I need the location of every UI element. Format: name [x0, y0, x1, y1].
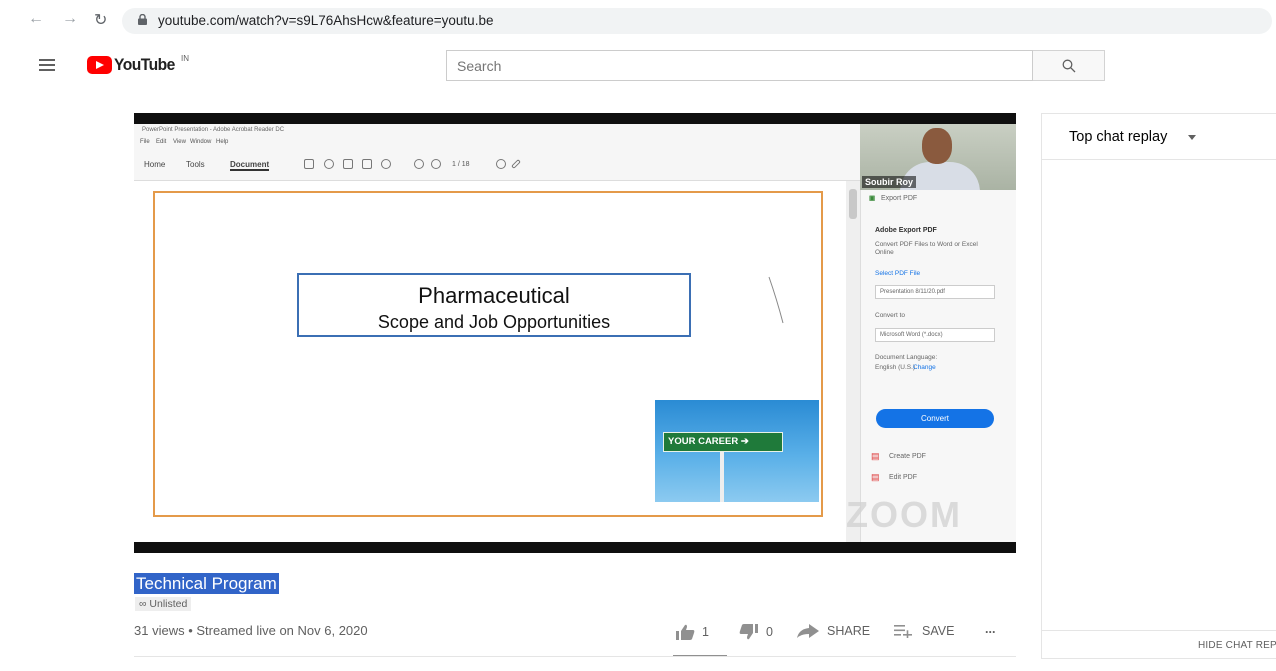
chat-mode-dropdown[interactable]: Top chat replay [1069, 129, 1167, 145]
tab-document: Document [230, 160, 270, 171]
zoom-watermark: ZOOM [846, 494, 962, 535]
change-language-link: Change [913, 364, 936, 371]
share-arrow-icon [797, 624, 819, 638]
youtube-play-icon [87, 56, 112, 74]
mail-icon [362, 159, 372, 169]
slide-title-box: Pharmaceutical Scope and Job Opportuniti… [297, 273, 691, 337]
thumbs-down-icon [739, 624, 758, 640]
edit-pdf-label: Edit PDF [889, 474, 918, 481]
file-field: Presentation 8/11/20.pdf [875, 285, 995, 299]
more-actions-button[interactable]: ... [985, 622, 995, 636]
forward-arrow-icon[interactable]: → [62, 10, 78, 28]
pen-stroke-icon [768, 276, 784, 324]
shared-screen: PowerPoint Presentation - Adobe Acrobat … [134, 124, 1016, 542]
link-icon: ∞ [139, 598, 150, 610]
edit-pdf-icon: ▤ [871, 472, 880, 482]
save-icon [304, 159, 314, 169]
slide-subtitle: Scope and Job Opportunities [377, 312, 611, 332]
menu-file: File [140, 139, 150, 145]
export-pdf-icon: ▣ [869, 195, 876, 202]
unlisted-label: Unlisted [149, 598, 188, 610]
convert-button: Convert [876, 409, 994, 428]
video-title: Technical Program [134, 573, 279, 594]
search-icon [1062, 59, 1076, 73]
create-pdf-icon: ▤ [871, 451, 880, 461]
acrobat-window-title: PowerPoint Presentation - Adobe Acrobat … [142, 127, 285, 133]
tab-tools: Tools [186, 160, 205, 169]
pen-icon [511, 159, 521, 169]
share-label: SHARE [827, 624, 871, 638]
search-input[interactable] [447, 51, 1032, 80]
zoom-search-icon [381, 159, 391, 169]
reload-icon[interactable]: ↻ [94, 10, 107, 30]
like-count: 1 [702, 625, 709, 639]
presentation-slide: Pharmaceutical Scope and Job Opportuniti… [153, 191, 823, 517]
video-meta: 31 views • Streamed live on Nov 6, 2020 [134, 623, 368, 638]
convert-to-label: Convert to [875, 312, 905, 319]
chat-header: Top chat replay [1042, 114, 1276, 160]
search-button[interactable] [1033, 50, 1105, 81]
save-label: SAVE [922, 624, 955, 638]
youtube-logo[interactable]: YouTube IN [87, 54, 189, 76]
create-pdf-label: Create PDF [889, 453, 926, 460]
dislike-button[interactable]: 0 [738, 624, 773, 640]
browser-toolbar: ← → ↻ youtube.com/watch?v=s9L76AhsHcw&fe… [0, 0, 1276, 42]
chat-footer: HIDE CHAT REPLAY [1042, 630, 1276, 658]
document-scrollbar [846, 181, 860, 542]
tab-home: Home [144, 160, 166, 169]
upload-icon [324, 159, 334, 169]
webcam-name: Soubir Roy [862, 176, 917, 188]
hide-chat-replay-button[interactable]: HIDE CHAT REPLAY [1198, 640, 1276, 651]
info-divider [134, 656, 1016, 657]
save-button[interactable]: SAVE [894, 624, 954, 638]
convert-to-select: Microsoft Word (*.docx) [875, 328, 995, 342]
webcam-feed: Soubir Roy [860, 124, 1016, 190]
like-button[interactable]: 1 [676, 624, 709, 640]
lock-icon [138, 14, 147, 25]
unlisted-badge: ∞ Unlisted [135, 597, 192, 611]
career-sign-text: YOUR CAREER [668, 436, 739, 447]
career-sign: YOUR CAREER ➔ [663, 432, 783, 452]
acrobat-side-panel: ▣ Export PDF Adobe Export PDF Convert PD… [860, 190, 1016, 542]
thumbs-up-icon [676, 624, 695, 640]
menu-view: View [173, 139, 186, 145]
logo-text: YouTube [114, 55, 175, 74]
export-pdf-label: Export PDF [881, 195, 918, 202]
dropdown-caret-icon [1188, 135, 1196, 140]
url-text: youtube.com/watch?v=s9L76AhsHcw&feature=… [158, 13, 494, 28]
country-code: IN [181, 53, 189, 63]
menu-help: Help [216, 139, 229, 145]
prev-page-icon [414, 159, 424, 169]
print-icon [343, 159, 353, 169]
doc-language-value: English (U.S.) [875, 364, 916, 371]
share-button[interactable]: SHARE [797, 624, 870, 638]
address-bar[interactable]: youtube.com/watch?v=s9L76AhsHcw&feature=… [122, 8, 1272, 34]
menu-edit: Edit [156, 139, 167, 145]
playlist-add-icon [894, 625, 912, 638]
back-arrow-icon[interactable]: ← [28, 10, 44, 28]
menu-icon[interactable] [39, 59, 55, 71]
export-description: Convert PDF Files to Word or Excel Onlin… [875, 241, 978, 256]
page-indicator: 1 / 18 [452, 161, 470, 168]
acrobat-toolbar: PowerPoint Presentation - Adobe Acrobat … [134, 124, 860, 181]
menu-window: Window [190, 139, 212, 145]
slide-title: Pharmaceutical [418, 283, 570, 308]
dislike-count: 0 [766, 625, 773, 639]
doc-language-label: Document Language: [875, 354, 938, 361]
comment-icon [496, 159, 506, 169]
select-file-label: Select PDF File [875, 270, 921, 277]
search-box [446, 50, 1033, 81]
career-sign-image: YOUR CAREER ➔ [655, 400, 819, 502]
next-page-icon [431, 159, 441, 169]
chat-replay-panel: Top chat replay HIDE CHAT REPLAY [1041, 113, 1276, 659]
youtube-header: YouTube IN [0, 42, 1276, 90]
sign-post [720, 452, 724, 502]
document-area: Pharmaceutical Scope and Job Opportuniti… [134, 181, 846, 542]
export-heading: Adobe Export PDF [875, 227, 937, 234]
